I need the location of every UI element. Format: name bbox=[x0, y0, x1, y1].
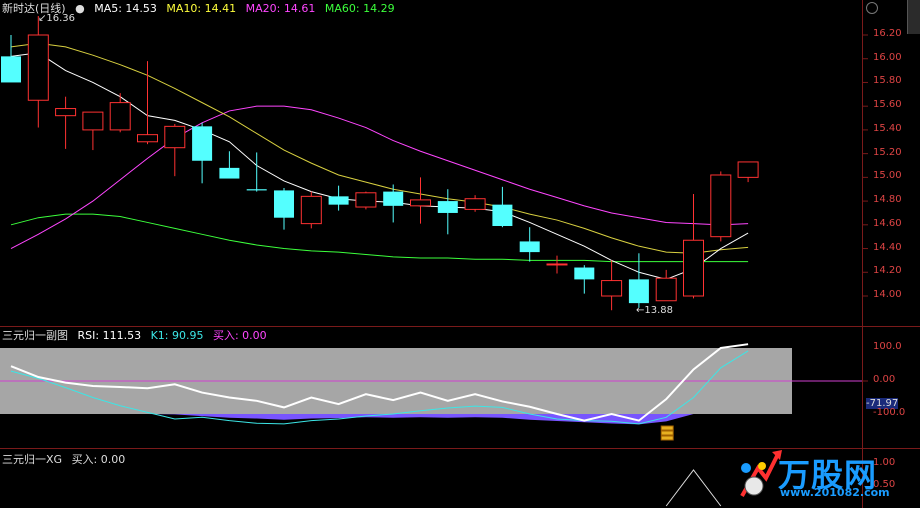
candle-body-down bbox=[628, 279, 649, 304]
candle-body-down bbox=[437, 201, 458, 213]
ma10-line bbox=[10, 42, 749, 254]
candle-body-up bbox=[27, 34, 49, 101]
site-logo: 万股网 www.201082.com bbox=[736, 446, 916, 504]
xg-signal-line bbox=[665, 469, 722, 507]
sub1-tick-label: -100.0 bbox=[873, 407, 906, 418]
price-tick-label: 15.60 bbox=[873, 99, 902, 111]
candle-body-up bbox=[464, 198, 486, 210]
price-tick-label: 14.40 bbox=[873, 241, 902, 253]
logo-emblem-icon bbox=[740, 450, 782, 497]
purple-area bbox=[11, 414, 749, 425]
candle-body-up bbox=[300, 195, 322, 225]
candle-body-up bbox=[55, 108, 77, 117]
candle-body-down bbox=[383, 191, 404, 206]
high-marker-value: 16.36 bbox=[46, 13, 76, 24]
price-tick-label: 15.20 bbox=[873, 146, 902, 158]
ma5-icon: ● bbox=[75, 2, 85, 15]
candle-body-up bbox=[655, 277, 677, 302]
candle-body-down bbox=[192, 126, 213, 161]
sidebar-toggle-button[interactable] bbox=[907, 0, 920, 34]
high-marker: ↙16.36 bbox=[38, 13, 76, 24]
rsi-chart[interactable] bbox=[0, 326, 920, 448]
candle-body-up bbox=[683, 239, 704, 297]
candle-body-up bbox=[109, 102, 131, 131]
price-tick-label: 14.00 bbox=[873, 289, 902, 300]
rsi-value: RSI: 111.53 bbox=[77, 329, 142, 342]
candle-body-down bbox=[274, 190, 294, 218]
k1-value: K1: 90.95 bbox=[150, 329, 204, 342]
candle-body-down bbox=[1, 56, 21, 83]
price-axis-line bbox=[862, 0, 863, 508]
candle-body-up bbox=[737, 161, 759, 178]
indicator-panel-1[interactable]: 三元归一副图 RSI: 111.53 K1: 90.95 买入: 0.00 10… bbox=[0, 326, 920, 448]
price-tick-label: 14.80 bbox=[873, 194, 902, 206]
ma60-value: MA60: 14.29 bbox=[324, 2, 395, 15]
candle-body-up bbox=[410, 199, 431, 207]
sub1-buy-value: 买入: 0.00 bbox=[212, 329, 267, 342]
ma5-value: MA5: 14.53 bbox=[94, 2, 157, 15]
sub2-legend: 三元归一XG 买入: 0.00 bbox=[2, 451, 131, 467]
settings-circle-icon[interactable] bbox=[866, 2, 878, 14]
main-price-panel[interactable]: 新时达(日线) ● MA5: 14.53 MA10: 14.41 MA20: 1… bbox=[0, 0, 920, 326]
price-tick-label: 15.00 bbox=[873, 170, 902, 182]
buy-signal-icon bbox=[660, 430, 674, 436]
candle-body-down bbox=[492, 204, 513, 227]
ma20-value: MA20: 14.61 bbox=[245, 2, 316, 15]
sub2-buy-value: 买入: 0.00 bbox=[71, 453, 126, 466]
low-marker: ←13.88 bbox=[636, 305, 674, 316]
candle-body-up bbox=[164, 125, 186, 149]
price-tick-label: 14.20 bbox=[873, 265, 902, 277]
price-tick-label: 16.00 bbox=[873, 51, 902, 63]
sub1-legend: 三元归一副图 RSI: 111.53 K1: 90.95 买入: 0.00 bbox=[2, 327, 273, 343]
candle-body-up bbox=[710, 174, 732, 238]
low-marker-value: 13.88 bbox=[644, 305, 674, 316]
price-tick-label: 14.60 bbox=[873, 217, 902, 229]
logo-url: www.201082.com bbox=[780, 486, 890, 499]
candle-body-up bbox=[82, 111, 104, 131]
candle-body-up bbox=[137, 134, 158, 143]
ma60-line bbox=[10, 213, 749, 263]
price-tick-label: 15.40 bbox=[873, 122, 902, 134]
sub2-indicator-name: 三元归一XG bbox=[2, 453, 63, 466]
candle-body-down bbox=[574, 267, 595, 280]
sub1-tick-label: 0.00 bbox=[873, 374, 896, 385]
buy-signal-icon bbox=[660, 425, 674, 431]
candle-body-up bbox=[601, 280, 623, 297]
candlestick-chart[interactable] bbox=[0, 0, 920, 326]
candle-body-down bbox=[219, 167, 240, 179]
price-tick-label: 15.80 bbox=[873, 75, 902, 87]
buy-signal-icon bbox=[660, 435, 674, 441]
candle-body-down bbox=[328, 196, 349, 205]
candle-body-down bbox=[246, 189, 267, 191]
sub1-tick-label: 100.0 bbox=[873, 341, 902, 352]
sub1-indicator-name: 三元归一副图 bbox=[2, 329, 68, 342]
candle-body-down bbox=[519, 241, 540, 253]
candle-body-up bbox=[355, 192, 377, 208]
price-tick-label: 16.20 bbox=[873, 28, 902, 39]
candle-body-up bbox=[546, 263, 568, 266]
ma10-value: MA10: 14.41 bbox=[166, 2, 237, 15]
